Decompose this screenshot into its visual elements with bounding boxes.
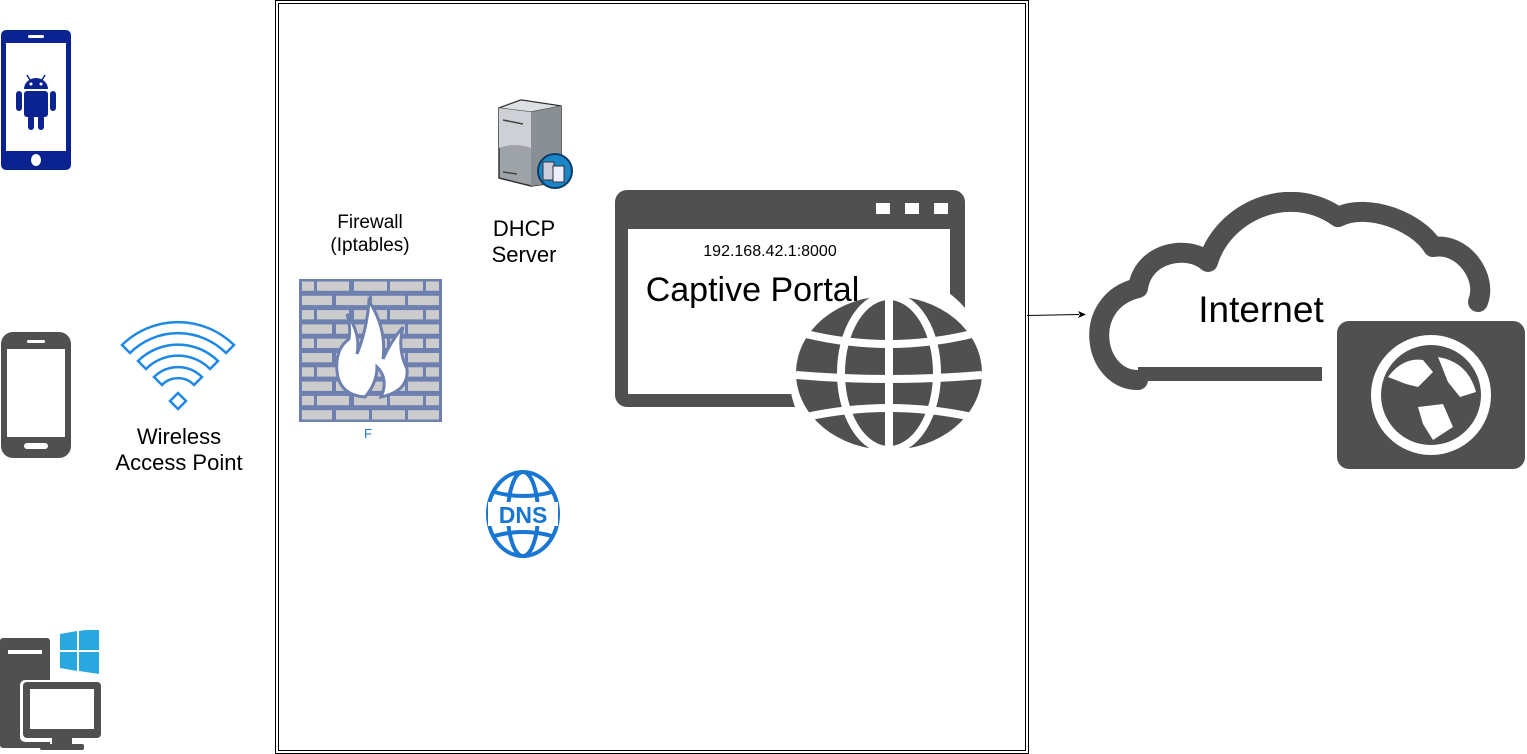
brick bbox=[302, 381, 332, 391]
brick bbox=[302, 353, 332, 363]
brick bbox=[372, 410, 405, 420]
label-line: (Iptables) bbox=[330, 234, 410, 256]
windows-desktop-icon bbox=[0, 630, 102, 750]
brick bbox=[426, 367, 439, 377]
label-line: Wireless bbox=[136, 424, 222, 449]
brick bbox=[336, 295, 369, 306]
connection-arrow bbox=[1026, 311, 1086, 318]
firewall-caption: F bbox=[364, 426, 372, 441]
brick bbox=[408, 381, 439, 391]
brick bbox=[408, 353, 439, 363]
brick bbox=[302, 395, 314, 406]
dns-text: DNS bbox=[499, 502, 548, 528]
brick bbox=[372, 295, 405, 306]
brick bbox=[390, 281, 423, 291]
brick bbox=[426, 310, 439, 320]
internet-label: Internet bbox=[1198, 289, 1324, 330]
server-icon bbox=[498, 99, 573, 189]
brick bbox=[302, 281, 314, 291]
brick bbox=[390, 395, 423, 406]
brick bbox=[317, 310, 349, 320]
brick bbox=[302, 410, 332, 420]
label-line: DHCP bbox=[492, 216, 556, 241]
firewall-label: Firewall (Iptables) bbox=[300, 212, 440, 258]
dhcp-label: DHCP Server bbox=[470, 216, 578, 269]
portal-title: Captive Portal bbox=[645, 271, 860, 309]
brick bbox=[426, 338, 439, 348]
brick bbox=[390, 310, 423, 320]
label-line: Firewall bbox=[337, 212, 403, 233]
brick bbox=[426, 395, 439, 406]
brick bbox=[317, 395, 349, 406]
brick bbox=[302, 367, 314, 377]
brick bbox=[302, 295, 332, 306]
portal-address: 192.168.42.1:8000 bbox=[703, 243, 837, 260]
brick bbox=[408, 295, 439, 306]
brick bbox=[336, 410, 369, 420]
smartphone-icon bbox=[1, 332, 71, 458]
label-line: Server bbox=[491, 242, 557, 268]
brick bbox=[408, 324, 439, 334]
brick bbox=[426, 281, 439, 291]
browser-globe-icon bbox=[615, 190, 986, 451]
brick bbox=[354, 281, 387, 291]
brick bbox=[302, 324, 332, 334]
brick bbox=[317, 281, 349, 291]
label-line: Access Point bbox=[115, 450, 243, 476]
brick bbox=[302, 338, 314, 348]
wifi-icon bbox=[120, 320, 236, 411]
brick bbox=[408, 410, 439, 420]
android-phone-icon bbox=[1, 30, 71, 170]
dns-globe-icon: DNS bbox=[486, 470, 560, 558]
firewall-icon bbox=[299, 279, 442, 422]
brick bbox=[302, 310, 314, 320]
access-point-label: Wireless Access Point bbox=[100, 424, 258, 477]
